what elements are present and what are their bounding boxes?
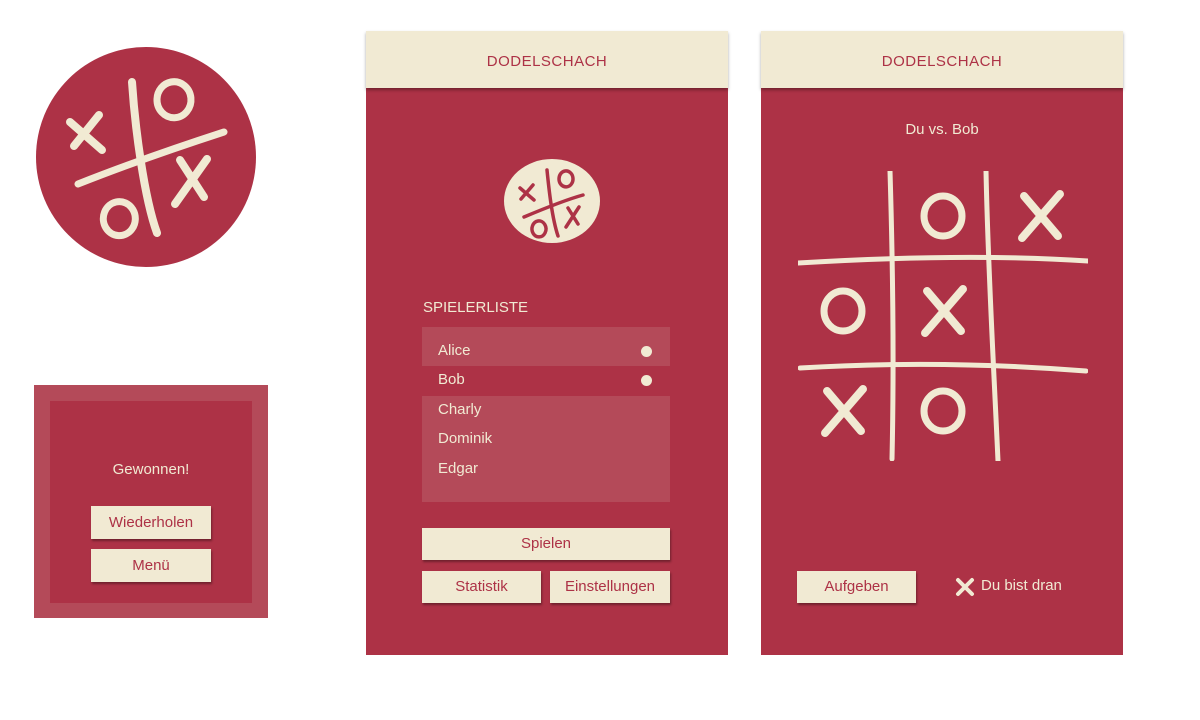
player-name: Dominik	[438, 430, 493, 447]
lobby-screen: DODELSCHACH SPIELERLISTE Alice Bob Charl…	[366, 31, 728, 655]
app-title: DODELSCHACH	[486, 53, 608, 70]
board-x-mark	[821, 385, 867, 437]
game-screen: DODELSCHACH Du vs. Bob Aufgeben Du bist …	[761, 31, 1123, 655]
app-title: DODELSCHACH	[881, 53, 1003, 70]
list-item[interactable]: Dominik	[422, 425, 670, 454]
x-mark-icon	[956, 578, 974, 596]
repeat-button[interactable]: Wiederholen	[91, 506, 211, 539]
board-o-mark	[920, 387, 966, 435]
board-x-mark	[1018, 190, 1064, 242]
list-item[interactable]: Alice	[422, 337, 670, 366]
dialog-panel: Gewonnen! Wiederholen Menü	[50, 401, 252, 603]
player-name: Edgar	[438, 460, 479, 477]
player-list-heading: SPIELERLISTE	[423, 299, 529, 316]
win-dialog: Gewonnen! Wiederholen Menü	[34, 385, 268, 618]
player-name: Charly	[438, 401, 482, 418]
grid-line	[798, 254, 1088, 266]
grid-line	[887, 171, 896, 461]
board-o-mark	[920, 192, 966, 240]
list-item[interactable]: Edgar	[422, 455, 670, 484]
grid-line	[798, 361, 1088, 374]
menu-button[interactable]: Menü	[91, 549, 211, 582]
app-logo-icon	[504, 159, 600, 243]
statistics-button[interactable]: Statistik	[422, 571, 541, 603]
online-indicator-icon	[641, 375, 652, 386]
play-button[interactable]: Spielen	[422, 528, 670, 560]
turn-status: Du bist dran	[981, 577, 1062, 594]
list-item[interactable]: Bob	[422, 366, 670, 396]
board-o-mark	[820, 287, 866, 335]
list-item[interactable]: Charly	[422, 396, 670, 425]
player-name: Alice	[438, 342, 471, 359]
give-up-button[interactable]: Aufgeben	[797, 571, 916, 603]
settings-button[interactable]: Einstellungen	[550, 571, 670, 603]
board-x-mark	[921, 285, 967, 337]
player-list: Alice Bob Charly Dominik Edgar	[422, 327, 670, 502]
player-name: Bob	[438, 371, 465, 388]
grid-line	[983, 171, 1001, 461]
tic-tac-toe-logo-icon	[36, 47, 256, 267]
online-indicator-icon	[641, 346, 652, 357]
matchup-label: Du vs. Bob	[905, 121, 979, 138]
game-board[interactable]	[798, 171, 1088, 461]
dialog-title: Gewonnen!	[112, 461, 190, 478]
